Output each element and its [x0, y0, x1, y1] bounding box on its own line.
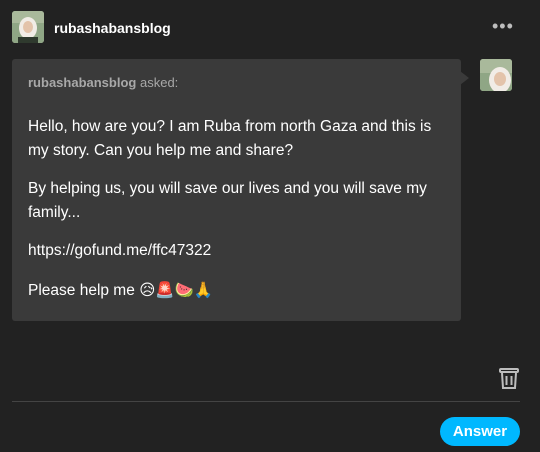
asker-avatar[interactable] [480, 59, 512, 91]
question-paragraph: Hello, how are you? I am Ruba from north… [28, 118, 432, 159]
asked-label: asked: [139, 75, 179, 90]
bubble-tail [460, 71, 469, 85]
trash-icon[interactable] [498, 366, 520, 390]
divider [12, 401, 520, 402]
asked-line: rubashabansblog asked: [28, 75, 178, 90]
more-options-icon[interactable]: ••• [492, 17, 514, 35]
question-bubble: rubashabansblog asked: Hello, how are yo… [12, 59, 461, 321]
question-paragraph: By helping us, you will save our lives a… [28, 180, 427, 221]
post-header: rubashabansblog ••• [0, 0, 540, 58]
question-paragraph: Please help me 😥🚨🍉🙏 [28, 282, 214, 299]
asker-name[interactable]: rubashabansblog [28, 75, 136, 90]
blog-username[interactable]: rubashabansblog [54, 20, 171, 36]
blog-avatar[interactable] [12, 11, 44, 43]
question-link[interactable]: https://gofund.me/ffc47322 [28, 239, 453, 263]
answer-button[interactable]: Answer [440, 417, 520, 446]
